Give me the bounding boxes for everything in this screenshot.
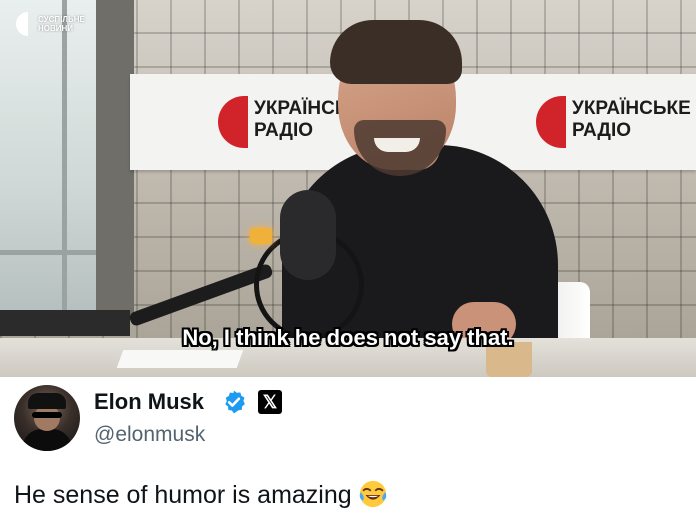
avatar[interactable] <box>14 385 80 451</box>
wall-panel <box>96 0 134 320</box>
tweet-text-body: He sense of humor is amazing <box>14 481 352 509</box>
tweet-card: Elon Musk 𝕏 @elonmusk He sense of humor … <box>0 377 696 522</box>
face-with-tears-of-joy-icon <box>359 480 386 508</box>
broadcaster-logo-icon <box>16 12 32 36</box>
verified-badge-icon <box>225 390 245 414</box>
broadcaster-logo: СУСПІЛЬНЕ НОВИНИ <box>16 12 108 36</box>
on-air-light <box>250 228 272 244</box>
video-subtitle: No, I think he does not say that. <box>182 325 514 350</box>
meme-screenshot: УКРАЇНСЬ РАДІО УКРАЇНСЬКЕ РАДІО СУСПІЛЬН… <box>0 0 696 522</box>
microphone-icon <box>128 190 364 340</box>
tweet-text: He sense of humor is amazing <box>14 479 388 510</box>
x-logo-icon: 𝕏 <box>258 390 282 414</box>
paper-sheet <box>116 350 244 368</box>
video-still: УКРАЇНСЬ РАДІО УКРАЇНСЬКЕ РАДІО СУСПІЛЬН… <box>0 0 696 377</box>
display-name[interactable]: Elon Musk <box>94 389 204 415</box>
studio-sign-right-text: УКРАЇНСЬКЕ РАДІО <box>572 98 691 141</box>
broadcaster-logo-text: СУСПІЛЬНЕ НОВИНИ <box>38 15 85 33</box>
user-handle[interactable]: @elonmusk <box>94 423 205 447</box>
